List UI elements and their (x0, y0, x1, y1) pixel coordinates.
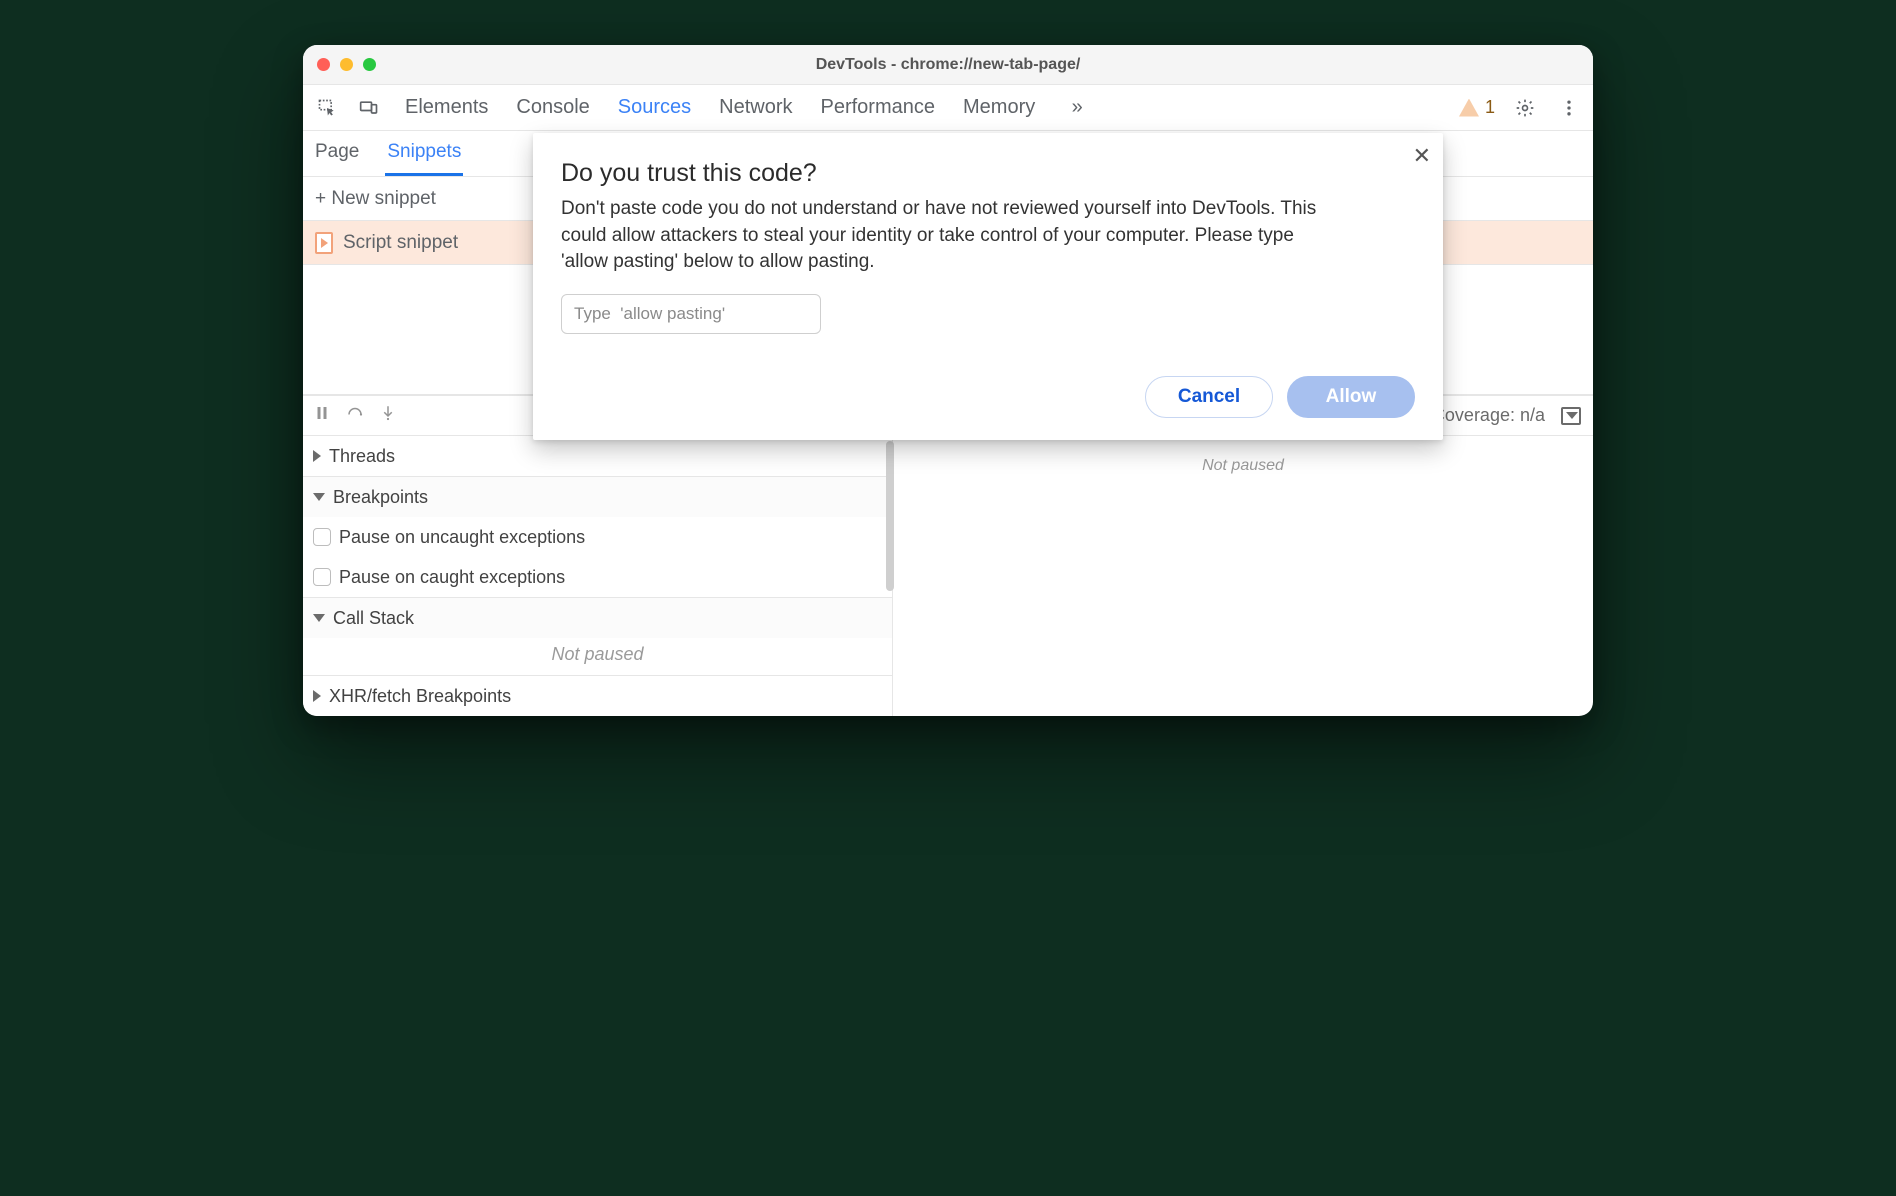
dialog-body: Don't paste code you do not understand o… (561, 196, 1321, 276)
snippet-file-icon (315, 232, 333, 254)
section-call-stack: Call Stack Not paused (303, 598, 892, 676)
titlebar: DevTools - chrome://new-tab-page/ (303, 45, 1593, 85)
right-not-paused: Not paused (893, 439, 1593, 716)
subtab-page[interactable]: Page (313, 131, 361, 176)
section-call-stack-header[interactable]: Call Stack (303, 598, 892, 638)
breakpoint-opt-uncaught-label: Pause on uncaught exceptions (339, 527, 585, 548)
snippet-item-label: Script snippet (343, 232, 458, 254)
breakpoint-opt-caught-label: Pause on caught exceptions (339, 567, 565, 588)
inspect-icon[interactable] (313, 94, 341, 122)
devtools-window: DevTools - chrome://new-tab-page/ Elemen… (303, 45, 1593, 716)
section-threads: Threads (303, 436, 892, 477)
scrollbar-thumb[interactable] (886, 441, 894, 591)
step-into-icon[interactable] (379, 404, 397, 427)
section-breakpoints: Breakpoints Pause on uncaught exceptions… (303, 477, 892, 598)
tab-network[interactable]: Network (719, 96, 792, 119)
kebab-menu-icon[interactable] (1555, 94, 1583, 122)
minimize-window-icon[interactable] (340, 58, 353, 71)
section-breakpoints-header[interactable]: Breakpoints (303, 477, 892, 517)
section-xhr-breakpoints: XHR/fetch Breakpoints (303, 676, 892, 716)
section-threads-header[interactable]: Threads (303, 436, 892, 476)
new-snippet-label: + New snippet (315, 188, 436, 210)
maximize-window-icon[interactable] (363, 58, 376, 71)
tab-memory[interactable]: Memory (963, 96, 1035, 119)
dialog-title: Do you trust this code? (561, 159, 1415, 188)
vertical-scrollbar[interactable] (885, 441, 895, 708)
pause-icon[interactable] (313, 404, 331, 427)
tab-console[interactable]: Console (516, 96, 589, 119)
chevrons-right-icon[interactable]: » (1063, 94, 1091, 122)
chevron-down-icon (313, 493, 325, 501)
window-traffic-lights (317, 58, 376, 71)
tab-sources[interactable]: Sources (618, 96, 691, 119)
dialog-actions: Cancel Allow (561, 376, 1415, 418)
chevron-down-icon (313, 614, 325, 622)
checkbox-icon[interactable] (313, 528, 331, 546)
debugger-right-column: Coverage: n/a Not paused (893, 395, 1593, 716)
debugger-left-column: Threads Breakpoints Pause on uncaught ex… (303, 395, 893, 716)
warning-icon (1459, 99, 1479, 117)
main-toolbar: Elements Console Sources Network Perform… (303, 85, 1593, 131)
chevron-right-icon (313, 450, 321, 462)
section-call-stack-label: Call Stack (333, 608, 414, 629)
gear-icon[interactable] (1511, 94, 1539, 122)
subtab-snippets[interactable]: Snippets (385, 131, 463, 176)
chevron-right-icon (313, 690, 321, 702)
section-threads-label: Threads (329, 446, 395, 467)
trust-code-dialog: ✕ Do you trust this code? Don't paste co… (533, 133, 1443, 440)
section-breakpoints-label: Breakpoints (333, 487, 428, 508)
section-xhr-label: XHR/fetch Breakpoints (329, 686, 511, 707)
debugger-split: Threads Breakpoints Pause on uncaught ex… (303, 395, 1593, 716)
window-title: DevTools - chrome://new-tab-page/ (303, 56, 1593, 74)
tab-elements[interactable]: Elements (405, 96, 488, 119)
section-xhr-header[interactable]: XHR/fetch Breakpoints (303, 676, 892, 716)
coverage-label: Coverage: n/a (1432, 405, 1545, 426)
warnings-badge[interactable]: 1 (1459, 97, 1495, 118)
device-toolbar-icon[interactable] (355, 94, 383, 122)
checkbox-icon[interactable] (313, 568, 331, 586)
warning-count: 1 (1485, 97, 1495, 118)
close-icon[interactable]: ✕ (1413, 143, 1431, 169)
allow-pasting-input[interactable] (561, 294, 821, 334)
breakpoint-opt-caught[interactable]: Pause on caught exceptions (303, 557, 892, 597)
close-window-icon[interactable] (317, 58, 330, 71)
breakpoint-opt-uncaught[interactable]: Pause on uncaught exceptions (303, 517, 892, 557)
call-stack-status: Not paused (303, 638, 892, 675)
coverage-dropdown-icon[interactable] (1561, 407, 1581, 425)
cancel-button[interactable]: Cancel (1145, 376, 1273, 418)
tab-performance[interactable]: Performance (821, 96, 936, 119)
allow-button[interactable]: Allow (1287, 376, 1415, 418)
step-over-icon[interactable] (345, 404, 365, 427)
panel-tabs: Elements Console Sources Network Perform… (405, 94, 1091, 122)
